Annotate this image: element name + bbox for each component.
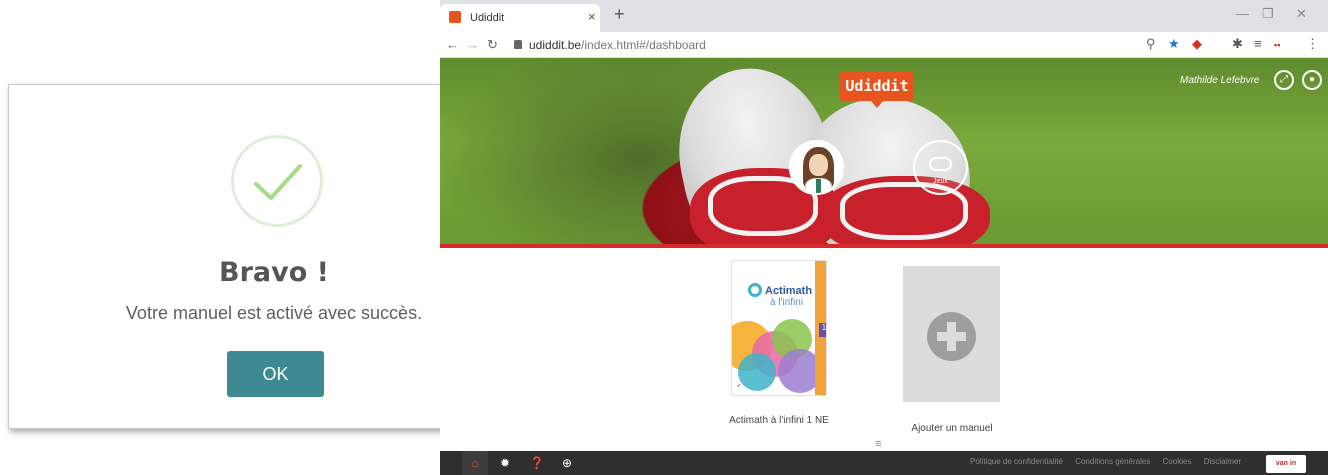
back-icon[interactable]: ← <box>446 37 459 52</box>
actimath-logo-icon <box>748 283 762 297</box>
cover-subtitle: à l'infini <box>770 297 804 308</box>
expand-icon[interactable]: ⤢ <box>1274 70 1294 90</box>
minimize-icon[interactable]: — <box>1236 6 1249 21</box>
home-icon[interactable]: ⌂ <box>462 451 488 475</box>
games-button[interactable]: Jeux <box>913 140 968 195</box>
udiddit-logo[interactable]: Udiddit <box>840 71 914 108</box>
avatar-face <box>809 154 828 176</box>
avatar-tie <box>816 179 821 193</box>
cover-publisher-logo: ✔ <box>737 383 742 389</box>
add-manual-card[interactable] <box>903 266 1000 402</box>
hero-banner: Udiddit Mathilde Lefebvre ⤢ ● Jeux <box>440 58 1328 244</box>
user-name: Mathilde Lefebvre <box>1180 75 1260 86</box>
cover-title: Actimath <box>765 285 813 297</box>
tab-bar: Udiddit × + — ❐ ✕ <box>440 0 1328 32</box>
cover-bubble-cyan <box>738 353 776 391</box>
footer-link-cookies[interactable]: Cookies <box>1163 457 1192 466</box>
url-field[interactable]: udiddit.be/index.html#/dashboard <box>529 38 706 52</box>
extension-color-icon[interactable]: ◆ <box>1192 36 1202 52</box>
reading-list-icon[interactable]: ≡ <box>1254 36 1262 51</box>
browser-window: Udiddit × + — ❐ ✕ ← → ↻ udiddit.be/index… <box>440 0 1328 475</box>
bookmark-star-icon[interactable]: ★ <box>1168 36 1180 52</box>
footer-bar: ⌂ ✹ ❓ ⊕ Politique de confidentialité Con… <box>440 451 1328 475</box>
vanin-extension-icon[interactable]: ▪▪ <box>1274 40 1280 50</box>
footer-link-privacy[interactable]: Politique de confidentialité <box>970 457 1063 466</box>
ok-button[interactable]: OK <box>227 351 324 397</box>
lock-logout-icon[interactable]: ● <box>1302 70 1322 90</box>
plus-icon <box>927 312 976 361</box>
tab-close-icon[interactable]: × <box>588 9 596 24</box>
forward-icon[interactable]: → <box>466 37 479 52</box>
extensions-puzzle-icon[interactable]: ✱ <box>1232 36 1243 52</box>
tab-title: Udiddit <box>470 12 505 24</box>
book-cover-actimath[interactable]: Actimath à l'infini 1 ✔ <box>731 260 827 396</box>
reload-icon[interactable]: ↻ <box>487 37 498 53</box>
add-circle-icon[interactable]: ⊕ <box>554 451 580 475</box>
hamburger-icon[interactable]: ≡ <box>875 438 881 450</box>
avatar[interactable] <box>789 140 844 195</box>
new-tab-button[interactable]: + <box>614 4 625 25</box>
restore-icon[interactable]: ❐ <box>1262 6 1274 22</box>
url-path: /index.html#/dashboard <box>581 38 706 52</box>
url-host: udiddit.be <box>529 38 582 52</box>
gamepad-icon <box>929 157 952 171</box>
vanin-logo: van in <box>1266 455 1306 473</box>
games-label: Jeux <box>933 178 948 185</box>
close-window-icon[interactable]: ✕ <box>1296 6 1307 22</box>
book-title[interactable]: Actimath à l'infini 1 NE <box>720 414 838 427</box>
udiddit-favicon-icon <box>449 11 461 23</box>
cover-number: 1 <box>819 323 826 337</box>
footer-link-terms[interactable]: Conditions générales <box>1075 457 1150 466</box>
help-icon[interactable]: ❓ <box>524 451 550 475</box>
add-manual-label[interactable]: Ajouter un manuel <box>880 423 1024 434</box>
checkmark-icon <box>231 135 323 227</box>
browser-tab[interactable]: Udiddit × <box>440 4 600 32</box>
address-bar: ← → ↻ udiddit.be/index.html#/dashboard ⚲… <box>440 32 1328 58</box>
dashboard-content: Actimath à l'infini 1 ✔ Actimath à l'inf… <box>440 248 1328 451</box>
footer-links: Politique de confidentialité Conditions … <box>970 457 1251 466</box>
zoom-icon[interactable]: ⚲ <box>1146 36 1156 52</box>
settings-gear-icon[interactable]: ✹ <box>492 451 518 475</box>
more-menu-icon[interactable]: ⋮ <box>1306 36 1319 52</box>
footer-link-disclaimer[interactable]: Disclaimer <box>1204 457 1241 466</box>
lock-icon <box>514 40 522 49</box>
